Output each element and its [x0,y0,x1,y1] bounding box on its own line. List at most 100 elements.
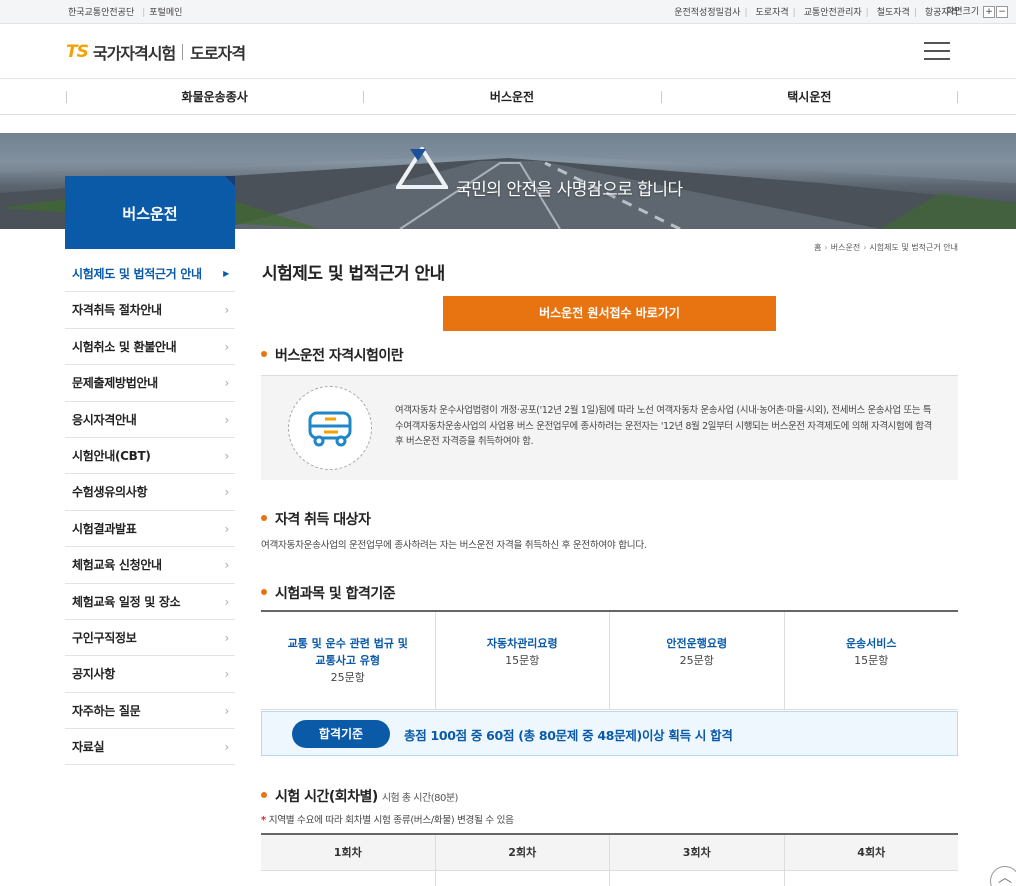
breadcrumb-item[interactable]: 버스운전 [831,243,860,252]
utility-link-safety-manager[interactable]: 교통안전관리자 [804,8,862,18]
side-menu-item[interactable]: 시험안내(CBT) › [65,438,235,475]
pass-criteria-text: 총점 100점 중 60점 (총 80문제 중 48문제)이상 획득 시 합격 [404,728,733,743]
side-menu-item[interactable]: 시험결과발표 › [65,511,235,548]
side-menu-item[interactable]: 자주하는 질문 › [65,693,235,730]
breadcrumb: 홈 › 버스운전 › 시험제도 및 법적근거 안내 [814,242,958,253]
utility-link-kotsa[interactable]: 한국교통안전공단 [68,8,134,18]
bus-icon [308,411,352,447]
table-header-cell: 2회차 [436,835,610,870]
table-header-cell: 3회차 [610,835,785,870]
schedule-note: * 지역별 수요에 따라 회차별 시험 종류(버스/화물) 변경될 수 있음 [261,815,514,826]
chevron-right-icon: › [224,448,230,463]
apply-button[interactable]: 버스운전 원서접수 바로가기 [443,296,776,331]
utility-bar: 한국교통안전공단 | 포털메인 운전적성정밀검사 | 도로자격 | 교통안전관리자 | 철도자격… [0,0,1016,24]
side-menu-item[interactable]: 체험교육 신청안내 › [65,547,235,584]
chevron-right-icon: › [224,740,230,755]
side-menu-item[interactable]: 시험제도 및 법적근거 안내 ▶ [65,256,235,293]
utility-left: 한국교통안전공단 | 포털메인 [68,5,186,18]
font-size-control: 화면크기 + − [946,4,1008,18]
section-subtitle: 시험 총 시간(80분) [381,793,459,804]
site-header: TS 국가자격시험 도로자격 [0,24,1016,79]
side-menu-item[interactable]: 시험취소 및 환불안내 › [65,329,235,366]
side-menu-item[interactable]: 자격취득 절차안내 › [65,292,235,329]
target-text: 여객자동차운송사업의 운전업무에 종사하려는 자는 버스운전 자격을 취득하신 … [261,540,647,551]
utility-link-aptitude[interactable]: 운전적성정밀검사 [674,8,740,18]
chevron-up-icon: ︿ [998,870,1012,886]
pass-criteria-box: 합격기준 총점 100점 중 60점 (총 80문제 중 48문제)이상 획득 … [261,711,958,756]
utility-link-rail[interactable]: 철도자격 [877,8,910,18]
utility-link-portal[interactable]: 포털메인 [149,8,182,18]
chevron-right-icon: › [224,667,230,682]
pass-badge: 합격기준 [292,720,390,748]
font-increase-button[interactable]: + [983,6,995,18]
side-menu-item[interactable]: 문제출제방법안내 › [65,365,235,402]
utility-right: 운전적성정밀검사 | 도로자격 | 교통안전관리자 | 철도자격 | 항공자격 [674,8,958,18]
side-title: 버스운전 [65,176,235,249]
gnb-item-taxi[interactable]: 택시운전 [660,79,959,114]
chevron-right-icon: › [224,630,230,645]
intro-text: 여객자동차 운수사업법령이 개정·공포('12년 2월 1일)됨에 따라 노선 … [395,405,932,447]
note-mark: * [261,815,266,826]
subject-table: 교통 및 운수 관련 법규 및 교통사고 유형 25문항 자동차관리요령 15문… [261,610,958,710]
table-header-row: 1회차 2회차 3회차 4회차 [261,835,958,871]
breadcrumb-current: 시험제도 및 법적근거 안내 [869,243,958,252]
subject-name: 안전운행요령 [666,637,728,650]
round-table: 1회차 2회차 3회차 4회차 [261,833,958,886]
chevron-right-icon: › [863,243,867,252]
subject-cell: 교통 및 운수 관련 법규 및 교통사고 유형 25문항 [261,612,436,709]
logo-org-name: 국가자격시험 [92,44,176,63]
chevron-right-icon: › [224,376,230,391]
subject-count: 15문항 [505,654,540,667]
section-heading: 시험과목 및 합격기준 [261,583,396,603]
section-heading: 시험 시간(회차별) 시험 총 시간(80분) [261,786,458,806]
table-header-cell: 1회차 [261,835,436,870]
side-menu-item[interactable]: 수험생유의사항 › [65,474,235,511]
section-heading: 버스운전 자격시험이란 [261,345,404,365]
subject-name: 운송서비스 [845,637,897,650]
bus-icon-circle [288,386,372,470]
side-menu-item[interactable]: 공지사항 › [65,656,235,693]
scroll-top-button[interactable]: ︿ [990,866,1016,886]
banner-slogan: 국민의 안전을 사명감으로 합니다 [456,180,683,200]
chevron-right-icon: › [224,303,230,318]
font-size-label: 화면크기 [946,7,980,17]
breadcrumb-home[interactable]: 홈 [814,243,821,252]
subject-cell: 안전운행요령 25문항 [610,612,785,709]
subject-name: 자동차관리요령 [486,637,558,650]
site-logo[interactable]: TS 국가자격시험 도로자격 [66,40,246,64]
subject-cell: 자동차관리요령 15문항 [436,612,610,709]
subject-name: 교통사고 유형 [315,654,381,667]
page-title: 시험제도 및 법적근거 안내 [262,264,445,284]
chevron-right-icon: › [224,485,230,500]
side-menu-item[interactable]: 체험교육 일정 및 장소 › [65,584,235,620]
table-row [261,871,958,886]
menu-hamburger-icon[interactable] [924,42,950,66]
subject-count: 15문항 [854,654,889,667]
chevron-right-icon: › [224,412,230,427]
subject-count: 25문항 [679,654,714,667]
chevron-right-icon: › [224,339,230,354]
font-decrease-button[interactable]: − [996,6,1008,18]
side-menu-item[interactable]: 자료실 › [65,729,235,766]
logo-sub-name: 도로자격 [190,44,246,63]
logo-ts-mark: TS [66,42,89,62]
logo-divider [182,44,184,60]
arrow-right-icon: ▶ [223,269,229,278]
chevron-right-icon: › [224,521,230,536]
triangle-logo-icon [396,147,448,189]
section-heading: 자격 취득 대상자 [261,509,371,529]
chevron-right-icon: › [824,243,828,252]
utility-link-road[interactable]: 도로자격 [756,8,789,18]
gnb-item-bus[interactable]: 버스운전 [363,79,660,114]
table-header-cell: 4회차 [857,846,886,859]
chevron-right-icon: › [224,594,230,609]
subject-name: 교통 및 운수 관련 법규 및 [287,637,408,650]
chevron-right-icon: › [224,703,230,718]
side-menu-item[interactable]: 응시자격안내 › [65,402,235,438]
subject-cell: 운송서비스 15문항 [785,612,959,709]
intro-box: 여객자동차 운수사업법령이 개정·공포('12년 2월 1일)됨에 따라 노선 … [261,375,958,480]
utility-divider: | [142,8,146,18]
gnb-item-cargo[interactable]: 화물운송종사 [66,79,363,114]
subject-count: 25문항 [330,671,365,684]
side-menu-item[interactable]: 구인구직정보 › [65,620,235,657]
